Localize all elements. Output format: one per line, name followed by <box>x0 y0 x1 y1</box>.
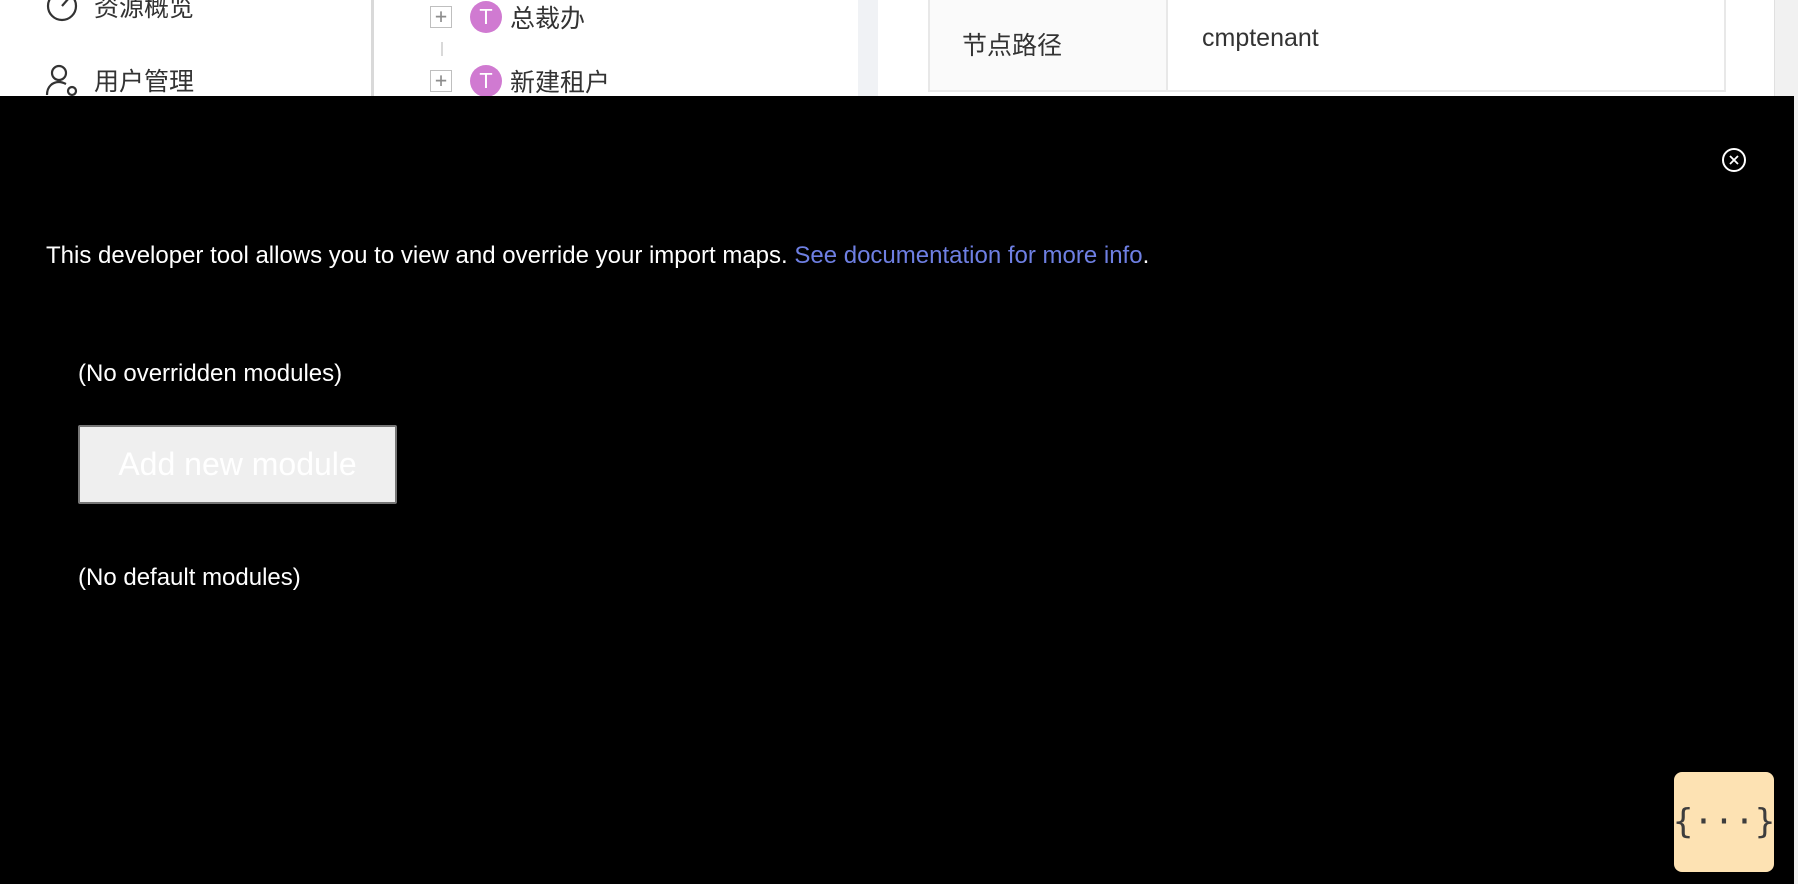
close-icon[interactable] <box>1722 148 1746 172</box>
detail-value: cmptenant <box>1202 24 1319 52</box>
dashboard-gauge-icon <box>44 0 80 24</box>
detail-table: 节点路径 cmptenant <box>928 0 1726 92</box>
nav-item-resource-overview[interactable]: 资源概览 <box>44 0 194 26</box>
documentation-link[interactable]: See documentation for more info <box>794 242 1142 269</box>
intro-text-suffix: . <box>1142 242 1150 269</box>
no-overridden-modules-text: (No overridden modules) <box>78 360 343 387</box>
detail-panel: 节点路径 cmptenant <box>878 0 1774 96</box>
tree-node[interactable]: + T 新建租户 <box>430 63 610 99</box>
intro-text-body: This developer tool allows you to view a… <box>46 242 795 269</box>
no-default-modules-text: (No default modules) <box>78 564 301 591</box>
tree-node-label: 总裁办 <box>510 4 586 33</box>
devtools-toggle-button[interactable]: {···} <box>1673 772 1775 872</box>
add-new-module-button[interactable]: Add new module <box>78 425 397 504</box>
app-root: 资源概览 用户管理 + T 总裁办 + T 新建租户 节点路径 cmptenan… <box>0 0 1798 884</box>
left-navigation: 资源概览 用户管理 <box>0 0 374 97</box>
tree-connector-line <box>441 42 443 56</box>
expand-icon[interactable]: + <box>430 70 452 92</box>
tenant-tree-panel: + T 总裁办 + T 新建租户 <box>378 0 858 99</box>
tree-node-label: 新建租户 <box>510 68 611 97</box>
intro-text: This developer tool allows you to view a… <box>46 242 1149 270</box>
expand-icon[interactable]: + <box>430 6 452 28</box>
import-map-devtools-overlay: This developer tool allows you to view a… <box>0 96 1794 884</box>
panel-gutter <box>858 0 878 96</box>
user-settings-icon <box>44 62 80 98</box>
detail-key: 节点路径 <box>930 0 1168 90</box>
tree-node[interactable]: + T 总裁办 <box>430 0 585 35</box>
nav-item-label: 资源概览 <box>94 0 195 22</box>
nav-item-user-management[interactable]: 用户管理 <box>44 60 194 100</box>
nav-item-label: 用户管理 <box>94 67 195 96</box>
avatar: T <box>470 65 502 97</box>
close-x-glyph <box>1729 155 1739 165</box>
avatar: T <box>470 1 502 33</box>
